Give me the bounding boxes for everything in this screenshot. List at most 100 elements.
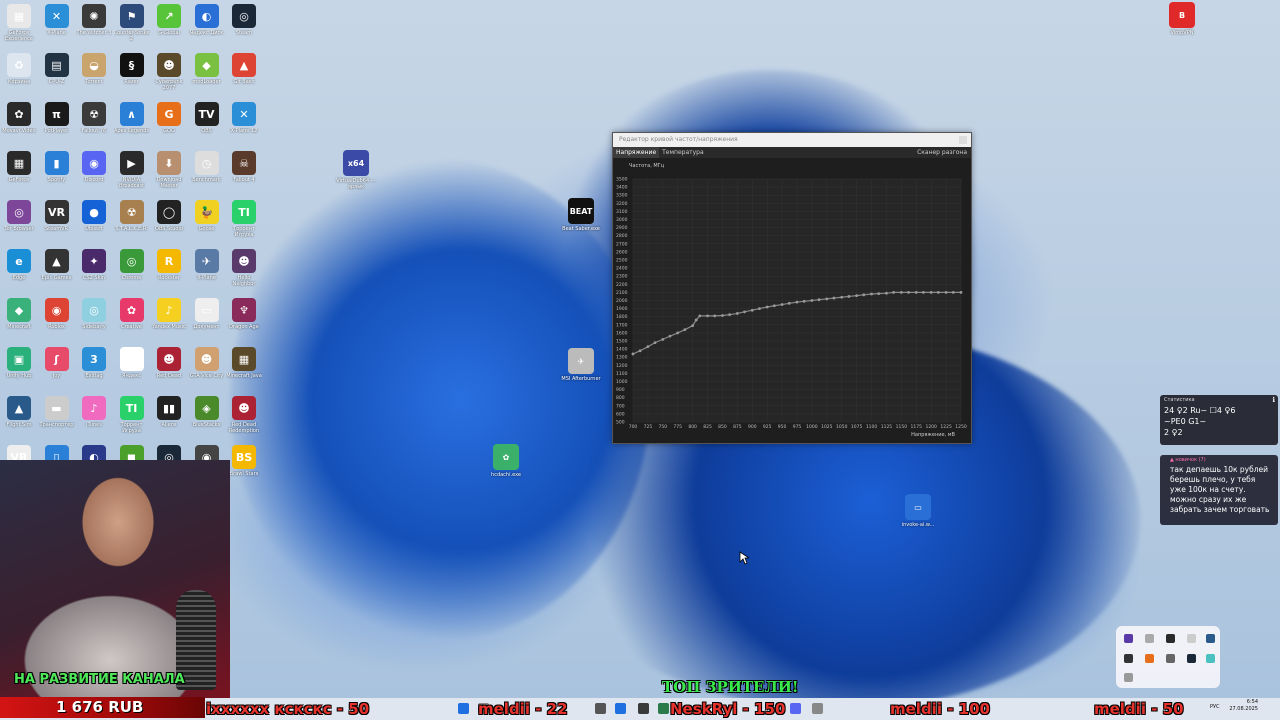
desktop-icon[interactable]: ♪ Yandex Music <box>151 298 187 344</box>
desktop-icon[interactable]: ◆ Minecraft <box>1 298 37 344</box>
tray-app-icon[interactable] <box>1206 634 1215 643</box>
desktop-icon[interactable]: ▦ GeForce Experience <box>1 4 37 50</box>
desktop-icon[interactable]: π PotPlayer <box>39 102 75 148</box>
x-tick-label: 975 <box>793 424 802 430</box>
desktop-icon[interactable]: § Razer <box>114 53 150 99</box>
curve-editor-window[interactable]: Редактор кривой частот/напряжения Напряж… <box>612 132 972 444</box>
taskbar-clock[interactable]: 6:54 27.08.2025 <box>1228 699 1258 713</box>
desktop-icon[interactable]: ▤ CPU-Z <box>39 53 75 99</box>
desktop-icon[interactable]: ● Ubisoft <box>76 200 112 246</box>
desktop-icon[interactable]: 3 Exitlag <box>76 347 112 393</box>
oc-scanner-button[interactable]: Сканер разгона <box>914 147 971 158</box>
desktop-icon[interactable]: TI Торрент Игруха <box>226 200 262 246</box>
desktop-icon[interactable]: ▦ GeForce <box>1 151 37 197</box>
desktop-icon[interactable]: ◷ Benchmark <box>189 151 225 197</box>
desktop-icon[interactable]: x64 VirtualDub64 — ярлык <box>332 150 380 190</box>
desktop-icon[interactable]: ☠ Fallout 4 <box>226 151 262 197</box>
desktop-icon[interactable]: ▭ Документ <box>189 298 225 344</box>
tray-app-icon[interactable] <box>1124 654 1133 663</box>
desktop-icon-label: Корзина <box>7 79 31 85</box>
close-icon[interactable] <box>959 136 967 144</box>
tray-app-icon[interactable] <box>1187 654 1196 663</box>
tray-app-icon[interactable] <box>1166 634 1175 643</box>
desktop-icon[interactable]: ◎ Sidebarly <box>76 298 112 344</box>
desktop-icon[interactable]: ☻ Cyberpunk 2077 <box>151 53 187 99</box>
desktop-icon[interactable]: BS Brawl Stars <box>226 445 262 491</box>
desktop-icon[interactable]: ☢ Fallout 76 <box>76 102 112 148</box>
desktop-icon[interactable]: VR SteamVR <box>39 200 75 246</box>
desktop-icon[interactable]: ▬ Транспортер <box>39 396 75 442</box>
desktop-icon[interactable]: BEAT Beat Saber.exe <box>557 198 605 232</box>
tray-app-icon[interactable] <box>1145 634 1154 643</box>
desktop-icon[interactable]: ✿ Creative <box>114 298 150 344</box>
desktop-icon[interactable]: ↗ G-Global <box>151 4 187 50</box>
desktop-icon[interactable]: ✈ MSI Afterburner <box>557 348 605 382</box>
desktop-icon[interactable]: ✈ X-Plane <box>189 249 225 295</box>
desktop-icon[interactable]: ♪ iTunes <box>76 396 112 442</box>
desktop-icon[interactable]: ◒ Torrent <box>76 53 112 99</box>
desktop-icon[interactable]: ☻ Red Dead Redemption <box>226 396 262 442</box>
desktop-icon-label: Yandex Music <box>152 324 186 330</box>
desktop-icon[interactable]: ◉ Discord <box>76 151 112 197</box>
desktop-icon[interactable]: ♆ Dragon Age <box>226 298 262 344</box>
desktop-icon[interactable]: ◈ BlueStacks <box>189 396 225 442</box>
tray-app-icon[interactable] <box>1124 673 1133 682</box>
x-tick-label: 1100 <box>866 424 878 430</box>
tray-app-icon[interactable] <box>1166 654 1175 663</box>
desktop-icon[interactable]: G GOG <box>151 102 187 148</box>
desktop-icon[interactable]: ▮▮ Aliens <box>151 396 187 442</box>
desktop-icon[interactable]: TI Торрент Игрухa <box>114 396 150 442</box>
desktop-icon[interactable]: ▭ invoke-ai.w... <box>894 494 942 528</box>
app-icon: ▦ <box>7 4 31 28</box>
desktop-icon[interactable]: ◯ OBS Studio <box>151 200 187 246</box>
tab-voltage[interactable]: Напряжение <box>613 147 660 158</box>
desktop-icon[interactable]: ∧ Apex Legends <box>114 102 150 148</box>
desktop-icon[interactable]: ☻ Red Dead <box>151 347 187 393</box>
tray-app-icon[interactable] <box>1124 634 1133 643</box>
desktop-icon[interactable]: ◎ Steam <box>226 4 262 50</box>
desktop-icon[interactable]: ▮ Spotify <box>39 151 75 197</box>
curve-editor-titlebar[interactable]: Редактор кривой частот/напряжения <box>613 133 971 147</box>
vf-curve-chart[interactable]: 700 725 750 775 800 825 850 875 900 925 950 975 1000… <box>613 159 971 443</box>
app-icon: π <box>44 102 69 126</box>
desktop-icon[interactable]: ▦ Minecraft Java <box>226 347 262 393</box>
desktop-icon[interactable]: ☻ Hello Neighbor <box>226 249 262 295</box>
desktop-icon[interactable]: ▲ Git Bash <box>226 53 262 99</box>
desktop-icon[interactable]: ◉ Roblox <box>39 298 75 344</box>
desktop-icon[interactable]: ✿ Movavi Video <box>1 102 37 148</box>
desktop-icon[interactable]: ✕ X-Plane <box>39 4 75 50</box>
desktop-icon[interactable]: ☻ GTA Vice City <box>189 347 225 393</box>
desktop-icon[interactable]: ▣ Unity Hub <box>1 347 37 393</box>
desktop-icon[interactable]: ✕ X-Plane 12 <box>226 102 262 148</box>
tab-temperature[interactable]: Температура <box>659 147 707 158</box>
desktop-icon[interactable]: ⚑ Counter-Strike 2 <box>114 4 150 50</box>
desktop-icon[interactable]: R Rockstar <box>151 249 187 295</box>
desktop-icon[interactable]: ✺ The Witcher 3 <box>76 4 112 50</box>
desktop-icon[interactable]: ▲ Flight Sim <box>1 396 37 442</box>
desktop-icon-label: Spotify <box>47 177 66 183</box>
desktop-icon[interactable]: Y Яндекс <box>114 347 150 393</box>
language-indicator[interactable]: РУС <box>1210 704 1220 710</box>
desktop-icon[interactable]: ♻ Корзина <box>1 53 37 99</box>
desktop-icon[interactable]: e Edge <box>1 249 37 295</box>
desktop-icon[interactable]: ◆ modLoader <box>189 53 225 99</box>
info-icon[interactable]: ℹ <box>1272 396 1275 404</box>
desktop-icon[interactable]: ▶ NVIDIA Broadcast <box>114 151 150 197</box>
tray-app-icon[interactable] <box>1145 654 1154 663</box>
desktop-icon[interactable]: ▲ Epic Games <box>39 249 75 295</box>
tray-app-icon[interactable] <box>1187 634 1196 643</box>
desktop-icon[interactable]: ✿ hcdachi.exe <box>482 444 530 478</box>
desktop-icon[interactable]: TV OBS <box>189 102 225 148</box>
desktop-icon-label: Steam <box>235 30 253 36</box>
desktop-icon[interactable]: ʃ Joy <box>39 347 75 393</box>
desktop-icon[interactable]: ☢ S.T.A.L.K.E.R. <box>114 200 150 246</box>
desktop-icon[interactable]: ◎ Tor Browser <box>1 200 37 246</box>
desktop-icon[interactable]: ◐ Яндекс Диск <box>189 4 225 50</box>
tray-app-icon[interactable] <box>1206 654 1215 663</box>
x-tick-label: 1050 <box>836 424 848 430</box>
desktop-icon[interactable]: B VimpVPN <box>1158 2 1206 36</box>
desktop-icon[interactable]: ✦ CS2 Skin <box>76 249 112 295</box>
desktop-icon[interactable]: 🦆 Goose <box>189 200 225 246</box>
desktop-icon[interactable]: ◎ Chrome <box>114 249 150 295</box>
desktop-icon[interactable]: ⬇ Download Master <box>151 151 187 197</box>
